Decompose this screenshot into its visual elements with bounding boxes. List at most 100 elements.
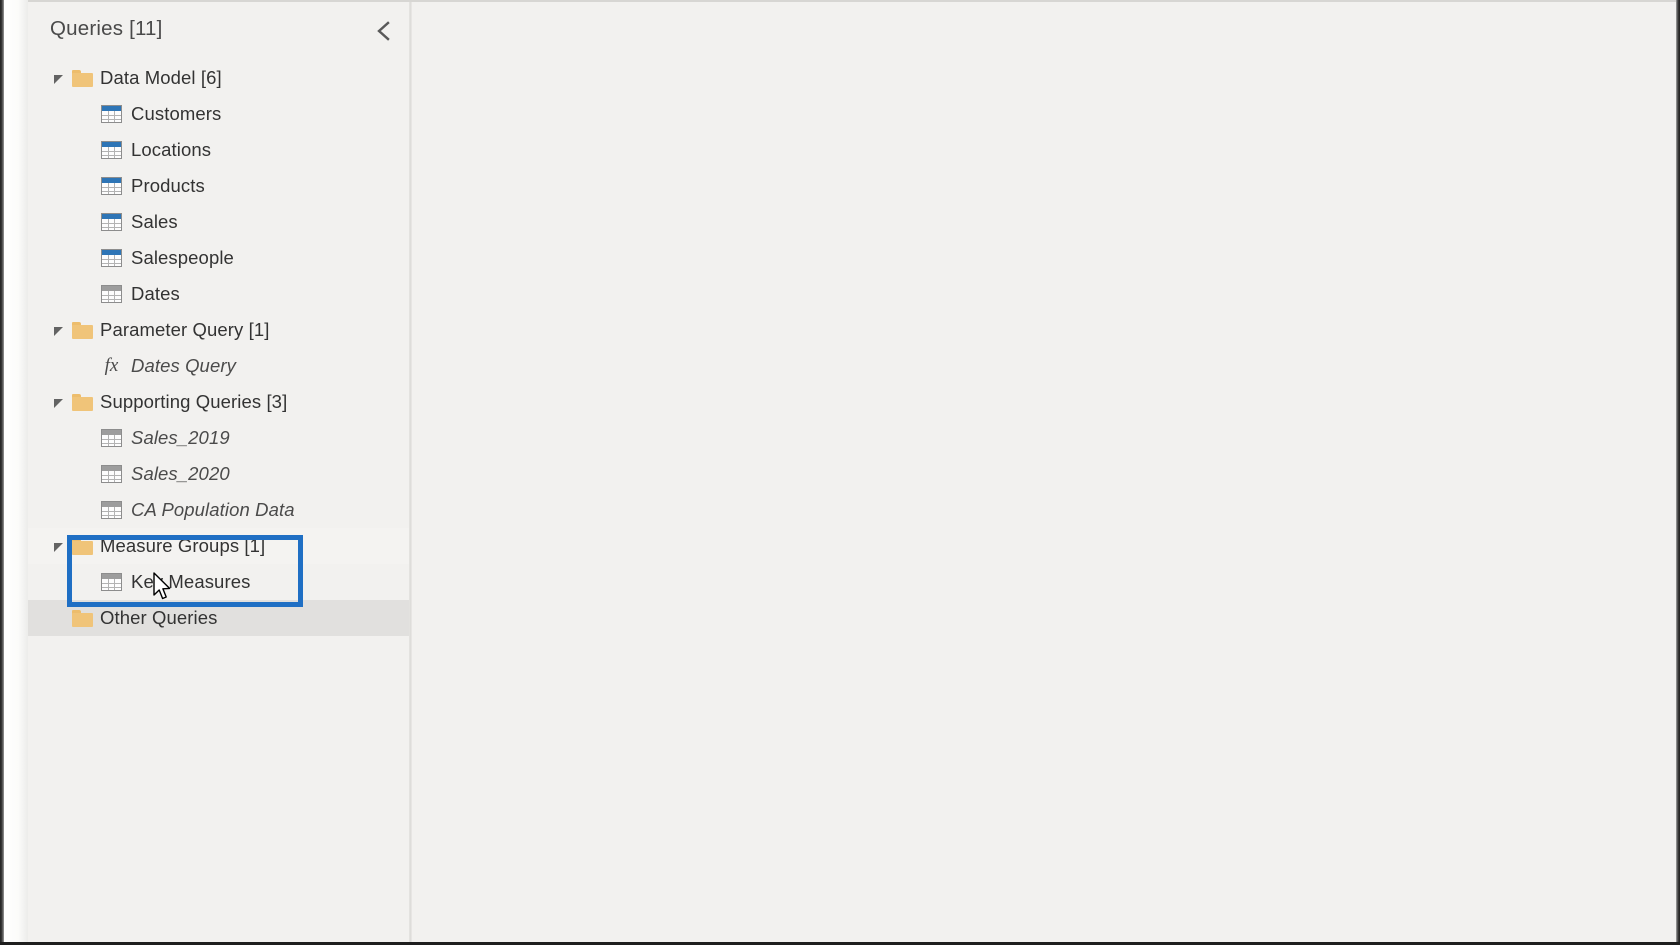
- table-icon-v2: [114, 255, 115, 266]
- tree-item-icon-slot: [101, 501, 122, 519]
- table-icon-hdr: [102, 142, 121, 147]
- folder-body: [72, 612, 93, 627]
- application-window: Queries [11] Data Model [6] Customers Loca…: [0, 0, 1680, 945]
- tree-item-label: Parameter Query [1]: [100, 319, 270, 340]
- tree-item-other-queries[interactable]: Other Queries: [28, 600, 410, 636]
- table-icon-hdr: [102, 286, 121, 291]
- table-icon-v1: [108, 111, 109, 122]
- tree-item-label: Sales_2019: [131, 427, 230, 448]
- table-icon-v1: [108, 435, 109, 446]
- folder-icon: [72, 537, 93, 555]
- table-icon-hdr: [102, 466, 121, 471]
- tree-item-products[interactable]: Products: [28, 168, 410, 204]
- queries-tree[interactable]: Data Model [6] Customers Locations Products…: [28, 60, 410, 636]
- tree-item-label: Locations: [131, 139, 212, 160]
- fx-function-icon: fx: [104, 355, 119, 376]
- table-icon-hdr: [102, 250, 121, 255]
- tree-item-dates[interactable]: Dates: [28, 276, 410, 312]
- table-icon-h2: [102, 515, 121, 516]
- tree-item-icon-slot: [72, 393, 93, 411]
- table-icon-h1: [102, 439, 121, 440]
- folder-body: [72, 72, 93, 87]
- tree-item-label: CA Population Data: [131, 499, 295, 520]
- table-icon: [101, 141, 122, 159]
- table-icon: [101, 501, 122, 519]
- table-icon-h1: [102, 511, 121, 512]
- expand-collapse-triangle-icon[interactable]: [50, 70, 66, 86]
- tree-item-dates-query[interactable]: fx Dates Query: [28, 348, 410, 384]
- table-icon-v1: [108, 507, 109, 518]
- tree-item-icon-slot: [72, 69, 93, 87]
- tree-item-sales-2019[interactable]: Sales_2019: [28, 420, 410, 456]
- tree-item-label: Sales: [131, 211, 178, 232]
- table-icon-hdr: [102, 574, 121, 579]
- tree-item-key-measures[interactable]: Key Measures: [28, 564, 410, 600]
- table-icon: [101, 249, 122, 267]
- expand-collapse-triangle-icon[interactable]: [50, 538, 66, 554]
- queries-panel: Queries [11] Data Model [6] Customers Loca…: [28, 2, 410, 942]
- table-icon-v2: [114, 435, 115, 446]
- table-icon-h1: [102, 151, 121, 152]
- table-icon-h1: [102, 115, 121, 116]
- expand-collapse-triangle-icon[interactable]: [50, 394, 66, 410]
- table-icon-v2: [114, 183, 115, 194]
- table-icon-h2: [102, 587, 121, 588]
- table-icon-v2: [114, 579, 115, 590]
- table-icon: [101, 285, 122, 303]
- table-icon-h1: [102, 475, 121, 476]
- table-icon-h2: [102, 191, 121, 192]
- triangle-glyph: [53, 398, 63, 408]
- queries-panel-header: Queries [11]: [28, 2, 410, 60]
- tree-item-customers[interactable]: Customers: [28, 96, 410, 132]
- window-right-border: [1676, 0, 1680, 945]
- table-icon-h2: [102, 299, 121, 300]
- tree-item-supporting-queries-3[interactable]: Supporting Queries [3]: [28, 384, 410, 420]
- window-left-gutter: [4, 0, 28, 945]
- tree-item-label: Salespeople: [131, 247, 234, 268]
- folder-body: [72, 540, 93, 555]
- table-icon-h2: [102, 479, 121, 480]
- tree-item-ca-population-data[interactable]: CA Population Data: [28, 492, 410, 528]
- tree-item-sales-2020[interactable]: Sales_2020: [28, 456, 410, 492]
- tree-item-parameter-query-1[interactable]: Parameter Query [1]: [28, 312, 410, 348]
- tree-item-label: Dates Query: [131, 355, 236, 376]
- table-icon: [101, 429, 122, 447]
- triangle-glyph: [53, 326, 63, 336]
- table-icon: [101, 573, 122, 591]
- table-icon-v2: [114, 471, 115, 482]
- tree-item-label: Products: [131, 175, 205, 196]
- tree-item-icon-slot: [72, 321, 93, 339]
- table-icon-v2: [114, 507, 115, 518]
- tree-item-icon-slot: [72, 537, 93, 555]
- table-icon: [101, 105, 122, 123]
- tree-item-salespeople[interactable]: Salespeople: [28, 240, 410, 276]
- folder-icon: [72, 393, 93, 411]
- table-icon-v1: [108, 183, 109, 194]
- table-icon-h2: [102, 155, 121, 156]
- table-icon-hdr: [102, 178, 121, 183]
- table-icon-h1: [102, 223, 121, 224]
- table-icon-v1: [108, 255, 109, 266]
- expand-collapse-triangle-icon[interactable]: [50, 322, 66, 338]
- tree-item-sales[interactable]: Sales: [28, 204, 410, 240]
- tree-item-label: Sales_2020: [131, 463, 230, 484]
- table-icon-hdr: [102, 430, 121, 435]
- table-icon: [101, 177, 122, 195]
- folder-body: [72, 324, 93, 339]
- table-icon-v1: [108, 147, 109, 158]
- chevron-left-icon: [374, 20, 393, 42]
- table-icon-v1: [108, 219, 109, 230]
- table-icon-v2: [114, 291, 115, 302]
- table-icon-h1: [102, 187, 121, 188]
- tree-item-icon-slot: fx: [101, 355, 122, 376]
- tree-item-icon-slot: [101, 213, 122, 231]
- table-icon-h1: [102, 295, 121, 296]
- tree-item-data-model-6[interactable]: Data Model [6]: [28, 60, 410, 96]
- table-icon-h1: [102, 259, 121, 260]
- tree-item-icon-slot: [101, 105, 122, 123]
- tree-item-measure-groups-1[interactable]: Measure Groups [1]: [28, 528, 410, 564]
- collapse-panel-button[interactable]: [366, 16, 400, 46]
- table-icon-h2: [102, 227, 121, 228]
- tree-item-locations[interactable]: Locations: [28, 132, 410, 168]
- tree-item-label: Key Measures: [131, 571, 251, 592]
